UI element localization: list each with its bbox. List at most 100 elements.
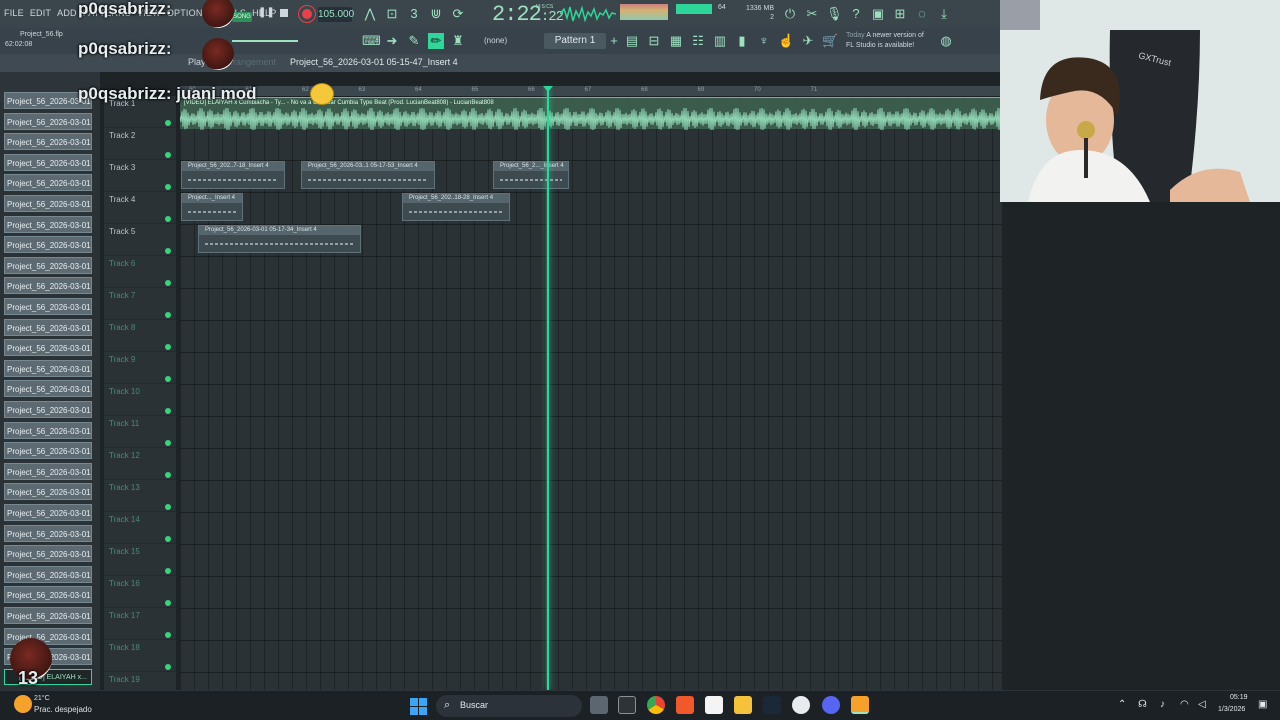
notification-icon[interactable]: ▣ [1258, 699, 1267, 710]
pattern-clip[interactable]: Project..._Insert 4 [181, 193, 243, 221]
master-pitch-slider[interactable] [232, 40, 298, 42]
play-pause-button[interactable]: ❚❚ [258, 7, 275, 21]
picker-item[interactable]: Project_56_2026-03-01... [4, 504, 92, 521]
pattern-clip[interactable]: Project_56_2026-03-01 05-17-34_Insert 4 [198, 225, 361, 253]
track-header[interactable]: Track 17 [104, 608, 176, 640]
picker-item[interactable]: Project_56_2026-03-01... [4, 215, 92, 233]
track-mute-led[interactable] [165, 536, 171, 542]
track-header[interactable]: Track 5 [104, 224, 176, 256]
tray-date[interactable]: 1/3/2026 [1218, 706, 1245, 713]
track-header[interactable]: Track 6 [104, 256, 176, 288]
loop-record-icon[interactable]: ⟳ [450, 6, 466, 22]
plug-icon[interactable]: ♆ [756, 33, 772, 49]
metronome-icon[interactable]: ⋀ [362, 6, 378, 22]
track-mute-led[interactable] [165, 600, 171, 606]
reset-icon[interactable]: ⏻ [782, 6, 798, 22]
picker-item[interactable]: Project_56_2026-03-01... [4, 359, 92, 377]
picker-item[interactable]: Project_56_2026-03-01... [4, 133, 92, 151]
brave-icon[interactable] [676, 696, 694, 714]
fl-studio-icon[interactable] [851, 696, 869, 714]
discord-icon[interactable] [822, 696, 840, 714]
epic-games-icon[interactable] [618, 696, 636, 714]
picker-item[interactable]: Project_56_2026-03-01... [4, 153, 92, 171]
track-mute-led[interactable] [165, 344, 171, 350]
track-mute-led[interactable] [165, 504, 171, 510]
cut-icon[interactable]: ✂ [804, 6, 820, 22]
picker-item[interactable]: Project_56_2026-03-01... [4, 256, 92, 274]
keyboard-icon[interactable]: ⌨ [362, 33, 381, 49]
pattern-clip[interactable]: Project_56_2026-03..1 05-17-53_Insert 4 [301, 161, 435, 189]
track-header[interactable]: Track 9 [104, 352, 176, 384]
countdown-icon[interactable]: 3 [406, 6, 422, 22]
tray-time[interactable]: 05:19 [1230, 694, 1248, 701]
add-pattern-icon[interactable]: + [606, 33, 622, 49]
pattern-clip[interactable]: Project_56_202..18-28_Insert 4 [402, 193, 510, 221]
mixer-view-icon[interactable]: ☷ [690, 33, 706, 49]
steam-icon[interactable] [763, 696, 781, 714]
mic-tray-icon[interactable]: ♪ [1160, 699, 1165, 710]
chrome-icon[interactable] [647, 696, 665, 714]
menu-file[interactable]: FILE [4, 8, 24, 18]
track-header[interactable]: Track 4 [104, 192, 176, 224]
piano-roll-icon[interactable]: ▦ [668, 33, 684, 49]
track-mute-led[interactable] [165, 664, 171, 670]
picker-item[interactable]: Project_56_2026-03-01... [4, 318, 92, 336]
track-header[interactable]: Track 15 [104, 544, 176, 576]
news-panel[interactable]: Today A newer version of FL Studio is ava… [846, 31, 924, 51]
help-icon[interactable]: ? [848, 6, 864, 22]
track-header[interactable]: Track 11 [104, 416, 176, 448]
track-mute-led[interactable] [165, 216, 171, 222]
picker-item[interactable]: Project_56_2026-03-01... [4, 483, 92, 501]
stamp-icon[interactable]: ♜ [450, 33, 466, 49]
volume-icon[interactable]: ◁ [1198, 699, 1206, 710]
headset-icon[interactable]: ☊ [1138, 699, 1147, 710]
browser-icon[interactable]: ▥ [712, 33, 728, 49]
track-mute-led[interactable] [165, 376, 171, 382]
cart-icon[interactable]: 🛒 [822, 33, 838, 49]
picker-item[interactable]: Project_56_2026-03-01... [4, 442, 92, 460]
picker-item[interactable]: Project_56_2026-03-01... [4, 112, 92, 130]
track-mute-led[interactable] [165, 248, 171, 254]
picker-item[interactable]: Project_56_2026-03-01... [4, 339, 92, 357]
track-header[interactable]: Track 8 [104, 320, 176, 352]
pencil-icon[interactable]: ✏ [428, 33, 444, 49]
stop-button[interactable] [280, 9, 288, 17]
track-header[interactable]: Track 3 [104, 160, 176, 192]
picker-item[interactable]: Project_56_2026-03-01... [4, 401, 92, 418]
playhead-marker[interactable] [543, 86, 553, 92]
song-mode-toggle[interactable]: SONG [232, 12, 252, 22]
wait-input-icon[interactable]: ⊡ [384, 6, 400, 22]
playlist-pattern-name[interactable]: Project_56_2026-03-01 05-15-47_Insert 4 [290, 57, 458, 67]
picker-item[interactable]: Project_56_2026-03-01... [4, 524, 92, 542]
brush-icon[interactable]: ✎ [406, 33, 422, 49]
track-mute-led[interactable] [165, 280, 171, 286]
track-header[interactable]: Track 10 [104, 384, 176, 416]
picker-item[interactable]: Project_56_2026-03-01... [4, 277, 92, 295]
touch-icon[interactable]: ☝ [778, 33, 794, 49]
track-header[interactable]: Track 18 [104, 640, 176, 672]
track-mute-led[interactable] [165, 152, 171, 158]
weather-icon[interactable] [14, 695, 32, 713]
plugin-icon[interactable]: ▮ [734, 33, 750, 49]
store-icon[interactable] [705, 696, 723, 714]
arrow-icon[interactable]: ➜ [384, 33, 400, 49]
track-mute-led[interactable] [165, 408, 171, 414]
track-mute-led[interactable] [165, 472, 171, 478]
step-edit-icon[interactable]: ⋓ [428, 6, 444, 22]
track-mute-led[interactable] [165, 440, 171, 446]
track-mute-led[interactable] [165, 184, 171, 190]
timeline-ruler[interactable]: 60 61 62 63 64 65 66 67 68 69 70 71 [180, 86, 1002, 96]
picker-item[interactable]: Project_56_2026-03-01... [4, 607, 92, 624]
microphone-icon[interactable]: 🎙 [826, 6, 843, 22]
track-mute-led[interactable] [165, 632, 171, 638]
picker-item[interactable]: Project_56_2026-03-01... [4, 421, 92, 439]
track-header[interactable]: Track 7 [104, 288, 176, 320]
mixer-icon[interactable]: ⊞ [892, 6, 908, 22]
playhead[interactable] [547, 88, 549, 690]
track-mute-led[interactable] [165, 312, 171, 318]
track-mute-led[interactable] [165, 120, 171, 126]
track-header[interactable]: Track 2 [104, 128, 176, 160]
save-icon[interactable]: ▣ [870, 6, 886, 22]
picker-item[interactable]: Project_56_2026-03-01... [4, 586, 92, 604]
picker-item[interactable]: Project_56_2026-03-01... [4, 195, 92, 212]
